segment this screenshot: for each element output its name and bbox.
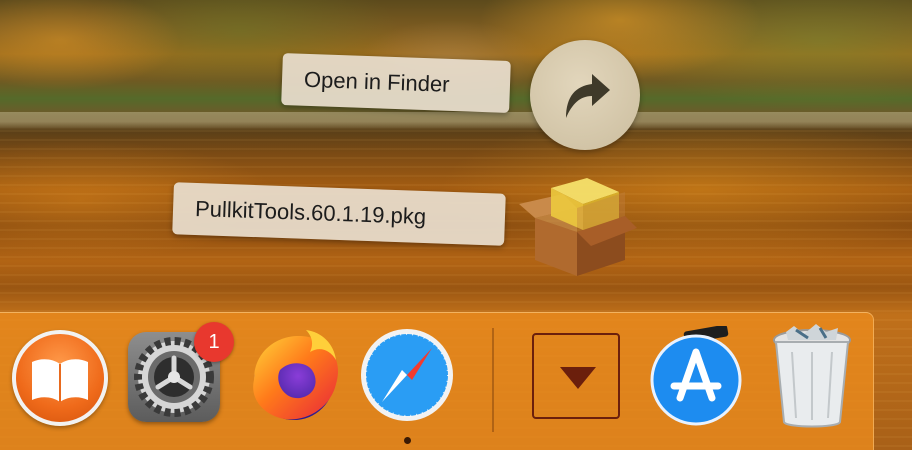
open-book-glyph xyxy=(32,359,88,402)
downloads-stack-icon[interactable] xyxy=(532,333,620,419)
wallpaper-shoreline xyxy=(0,112,912,128)
books-icon[interactable] xyxy=(12,330,108,426)
package-installer-icon[interactable] xyxy=(515,170,640,280)
dock-separator xyxy=(492,328,494,432)
notification-badge: 1 xyxy=(194,322,234,362)
firefox-icon[interactable] xyxy=(240,324,344,428)
trash-icon[interactable] xyxy=(764,322,860,430)
open-in-finder-label: Open in Finder xyxy=(281,53,511,113)
compass-icon[interactable] xyxy=(360,328,454,422)
app-store-icon[interactable] xyxy=(648,326,744,426)
dragged-file-name: PullkitTools.60.1.19.pkg xyxy=(194,195,427,230)
curved-arrow-icon[interactable] xyxy=(530,40,640,150)
open-in-finder-text: Open in Finder xyxy=(303,66,450,97)
running-indicator xyxy=(404,437,411,444)
arrow-glyph xyxy=(566,74,610,118)
chevron-down-icon xyxy=(560,367,596,389)
